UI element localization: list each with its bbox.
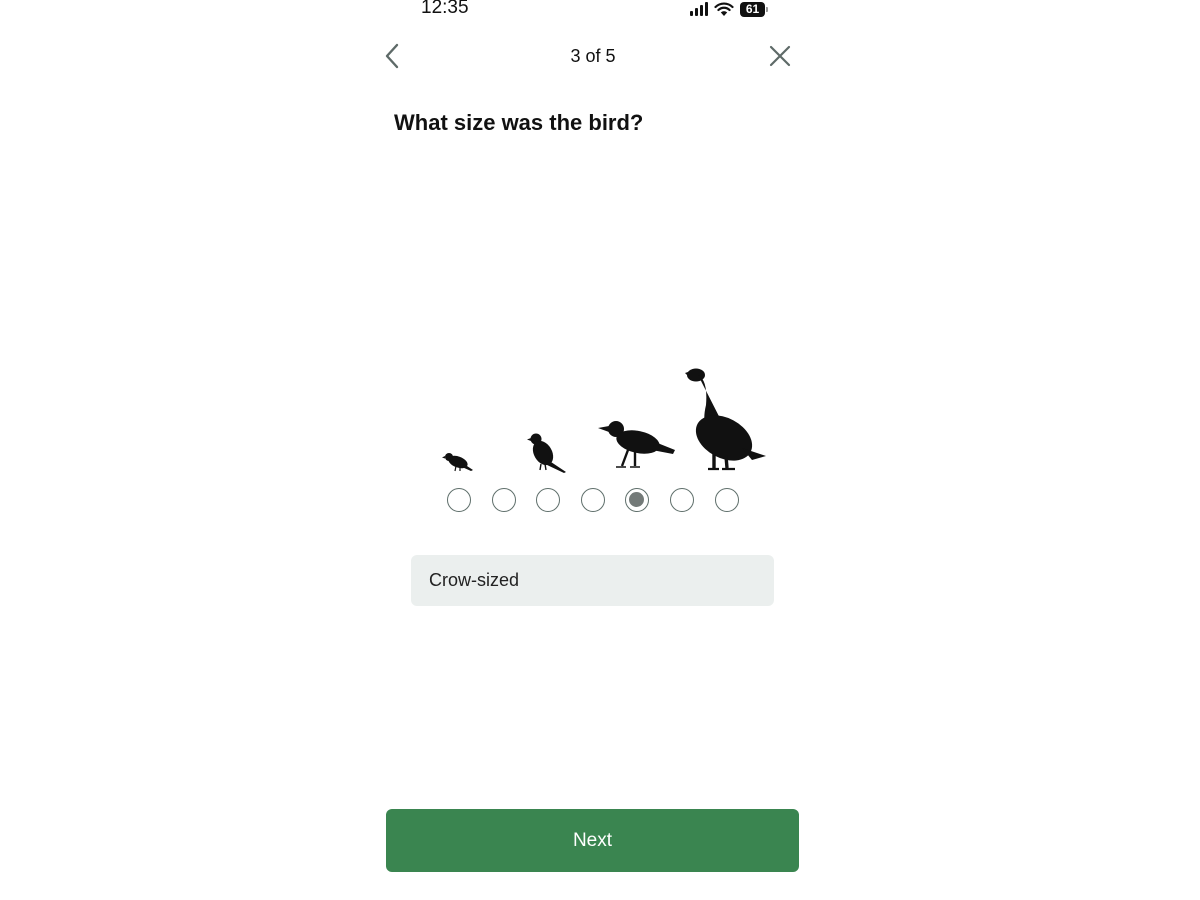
bird-size-screen: 12:35 61 3 of 5 What size was the bird? bbox=[0, 0, 1200, 900]
close-button[interactable] bbox=[767, 43, 793, 69]
status-icons: 61 bbox=[690, 0, 768, 18]
size-option-4[interactable] bbox=[581, 488, 605, 512]
close-icon bbox=[769, 45, 791, 67]
progress-label: 3 of 5 bbox=[570, 46, 616, 66]
crow-silhouette-icon bbox=[598, 421, 675, 468]
chevron-left-icon bbox=[385, 43, 399, 69]
sparrow-silhouette-icon bbox=[442, 453, 473, 472]
bird-size-illustration bbox=[442, 368, 766, 473]
back-button[interactable] bbox=[380, 42, 406, 70]
status-time: 12:35 bbox=[421, 0, 469, 18]
robin-silhouette-icon bbox=[527, 433, 566, 473]
size-option-3[interactable] bbox=[536, 488, 560, 512]
question-title: What size was the bird? bbox=[394, 110, 644, 135]
size-option-7[interactable] bbox=[715, 488, 739, 512]
next-button[interactable]: Next bbox=[386, 809, 799, 872]
selected-size-label: Crow-sized bbox=[411, 555, 774, 606]
cellular-signal-icon bbox=[690, 2, 708, 16]
battery-icon: 61 bbox=[740, 1, 768, 17]
size-option-1[interactable] bbox=[447, 488, 471, 512]
size-option-2[interactable] bbox=[492, 488, 516, 512]
goose-silhouette-icon bbox=[685, 368, 766, 471]
size-option-5-selected[interactable] bbox=[625, 488, 649, 512]
wifi-icon bbox=[714, 2, 734, 16]
size-option-6[interactable] bbox=[670, 488, 694, 512]
